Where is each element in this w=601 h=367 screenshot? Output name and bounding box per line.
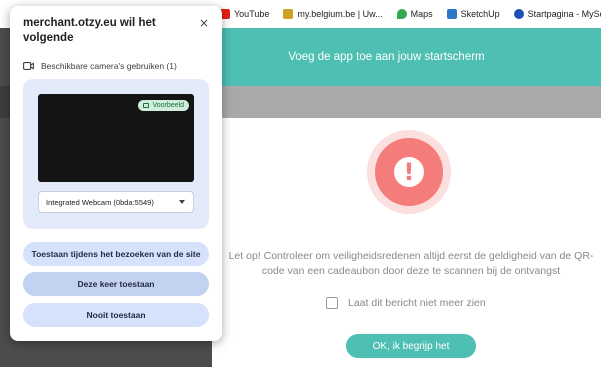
bookmark-label: Startpagina - MySo... — [527, 9, 601, 19]
camera-select[interactable]: Integrated Webcam (0bda:5549) — [38, 191, 194, 213]
ok-button[interactable]: OK, ik begrijp het — [346, 334, 476, 358]
install-banner[interactable]: Voeg de app toe aan jouw startscherm — [212, 28, 601, 86]
camera-permission-row: Beschikbare camera's gebruiken (1) — [23, 61, 177, 71]
video-icon — [143, 103, 150, 108]
chevron-down-icon — [179, 200, 185, 204]
sketchup-icon — [446, 9, 457, 19]
camera-icon — [23, 62, 34, 70]
alert-icon: ! — [375, 138, 443, 206]
warning-message: Let op! Controleer om veiligheidsredenen… — [228, 250, 594, 277]
allow-while-visiting-button[interactable]: Toestaan tijdens het bezoeken van de sit… — [23, 242, 209, 266]
maps-icon — [396, 9, 407, 19]
camera-permission-label: Beschikbare camera's gebruiken (1) — [41, 61, 177, 71]
install-banner-text: Voeg de app toe aan jouw startscherm — [288, 51, 485, 63]
bookmark-maps[interactable]: Maps — [396, 9, 433, 19]
bookmark-label: Maps — [410, 9, 433, 19]
warning-content: ! Let op! Controleer om veiligheidsreden… — [212, 118, 601, 367]
popup-title: merchant.otzy.eu wil het volgende — [23, 17, 156, 44]
bookmark-label: SketchUp — [460, 9, 500, 19]
preview-badge-label: Voorbeeld — [152, 102, 184, 109]
dont-show-checkbox[interactable] — [326, 297, 338, 309]
dont-show-label: Laat dit bericht niet meer zien — [348, 297, 486, 309]
bookmark-belgium[interactable]: my.belgium.be | Uw... — [283, 9, 383, 19]
preview-badge: Voorbeeld — [138, 100, 189, 111]
bookmark-startpagina[interactable]: Startpagina - MySo... — [513, 9, 601, 19]
camera-preview: Voorbeeld — [38, 94, 194, 182]
screen: YouTube my.belgium.be | Uw... Maps Sketc… — [0, 0, 601, 367]
page-header-bar — [212, 86, 601, 118]
permission-popup: merchant.otzy.eu wil het volgende × Besc… — [10, 6, 222, 341]
allow-this-time-button[interactable]: Deze keer toestaan — [23, 272, 209, 296]
never-allow-button[interactable]: Nooit toestaan — [23, 303, 209, 327]
startpagina-icon — [513, 9, 524, 19]
close-icon[interactable]: × — [197, 16, 211, 30]
camera-panel: Voorbeeld Integrated Webcam (0bda:5549) — [23, 79, 209, 229]
dont-show-again[interactable]: Laat dit bericht niet meer zien — [326, 297, 486, 309]
bookmark-youtube[interactable]: YouTube — [220, 9, 269, 19]
exclamation-icon: ! — [394, 157, 424, 187]
camera-select-value: Integrated Webcam (0bda:5549) — [46, 197, 154, 207]
bookmark-label: YouTube — [234, 9, 270, 19]
belgium-icon — [283, 9, 294, 19]
bookmark-label: my.belgium.be | Uw... — [297, 9, 383, 19]
bookmarks-bar: YouTube my.belgium.be | Uw... Maps Sketc… — [212, 0, 601, 28]
bookmark-sketchup[interactable]: SketchUp — [446, 9, 500, 19]
